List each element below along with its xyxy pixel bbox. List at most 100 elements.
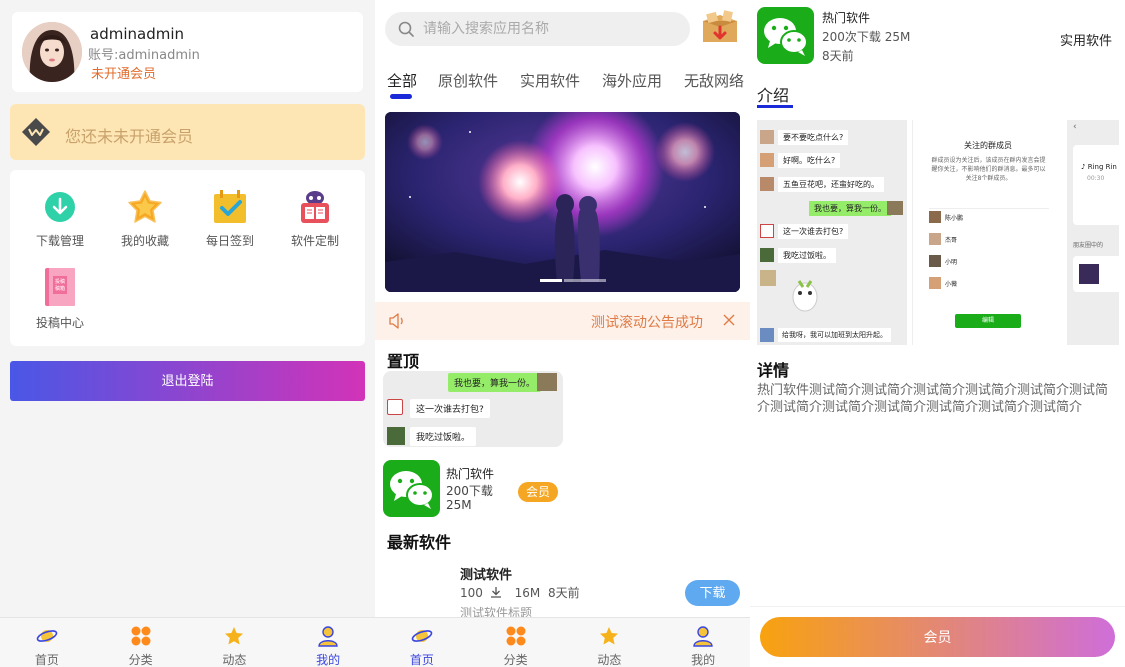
avatar	[760, 270, 776, 286]
member-list: 陈小鹏 杰哥 小明 小薇	[929, 206, 1049, 294]
avatar	[760, 248, 774, 262]
chat-bubble: 我也要，算我一份。	[448, 373, 542, 392]
grid-icon	[506, 626, 526, 646]
search-input[interactable]	[423, 12, 678, 46]
pinned-title: 置顶	[387, 352, 420, 371]
pinned-app-name: 热门软件	[446, 467, 495, 481]
search-bar[interactable]	[385, 12, 690, 46]
vip-banner[interactable]: 您还未未开通会员	[10, 104, 365, 160]
tab-home[interactable]: 首页	[0, 618, 94, 667]
menu-label: 投稿中心	[35, 316, 84, 330]
avatar	[760, 130, 774, 144]
tab-mine[interactable]: 我的	[281, 618, 375, 667]
album-cover	[1079, 264, 1099, 284]
chat-bubble: 要不要吃点什么?	[778, 130, 849, 145]
avatar	[929, 211, 941, 223]
tab-intro[interactable]: 介绍	[757, 82, 789, 106]
category-tabs: 全部 原创软件 实用软件 海外应用 无敌网络	[375, 70, 750, 100]
menu-grid: 下载管理 我的收藏 每日签到 软件定制 投稿 稿箱 投稿中心	[10, 170, 365, 346]
logout-button[interactable]: 退出登陆	[10, 361, 365, 401]
download-icon	[45, 192, 75, 222]
menu-daily-checkin[interactable]: 每日签到	[188, 188, 272, 249]
menu-submit-center[interactable]: 投稿 稿箱 投稿中心	[18, 266, 102, 331]
app-category[interactable]: 实用软件	[1060, 30, 1112, 49]
bottom-tab-bar: 首页 分类 动态 我的	[0, 617, 375, 667]
latest-app-meta: 100 16M 8天前	[460, 584, 580, 601]
tab-home[interactable]: 首页	[375, 618, 469, 667]
profile-card[interactable]: adminadmin 账号:adminadmin 未开通会员	[12, 12, 363, 92]
screenshot[interactable]: 关注的群成员 群成员设为关注后，该成员在群内发言会提醒你关注，不影响他们的群消息…	[912, 120, 1062, 345]
tab-feed[interactable]: 动态	[188, 618, 282, 667]
tab-overseas[interactable]: 海外应用	[602, 70, 662, 91]
svg-text:投稿: 投稿	[55, 278, 65, 285]
screenshot[interactable]: ‹ ♪ Ring Rin 00:30 朋友圈中的	[1067, 120, 1119, 345]
fireworks-illustration	[385, 112, 740, 292]
screenshot-gallery[interactable]: 要不要吃点什么? 好啊。吃什么? 五鱼豆花吧，还蛮好吃的。 我也要，算我一份。 …	[757, 120, 1119, 345]
menu-custom-software[interactable]: 软件定制	[273, 188, 357, 249]
notice-bar[interactable]: 测试滚动公告成功	[375, 302, 750, 340]
latest-app-downloads: 100	[460, 586, 483, 600]
tab-mine[interactable]: 我的	[656, 618, 750, 667]
chat-bubble: 五鱼豆花吧，还蛮好吃的。	[778, 177, 884, 192]
menu-download-manager[interactable]: 下载管理	[18, 188, 102, 249]
avatar	[387, 427, 405, 445]
avatar	[929, 233, 941, 245]
vip-button[interactable]: 会员	[760, 617, 1115, 657]
avatar[interactable]	[22, 22, 82, 82]
member-name: 小薇	[945, 280, 958, 288]
close-icon[interactable]	[722, 313, 736, 327]
app-name: 热门软件	[822, 11, 871, 25]
member-name: 陈小鹏	[945, 214, 964, 222]
user-icon	[318, 626, 338, 647]
menu-label: 下载管理	[35, 234, 84, 248]
chat-bubble: 这一次谁去打包?	[778, 224, 849, 239]
tab-label: 分类	[128, 653, 153, 667]
member-row: 陈小鹏	[929, 206, 1049, 228]
chat-bubble: 我吃过饭啦。	[410, 427, 477, 446]
tab-original[interactable]: 原创软件	[438, 70, 498, 91]
download-arrow-icon	[490, 587, 501, 598]
song-time: 00:30	[1087, 175, 1105, 182]
search-icon	[398, 21, 414, 37]
latest-app-time: 8天前	[548, 586, 580, 600]
wechat-app-icon[interactable]	[383, 460, 440, 517]
package-download-icon[interactable]	[701, 9, 739, 45]
tab-label: 首页	[409, 653, 434, 667]
screenshot[interactable]: 要不要吃点什么? 好啊。吃什么? 五鱼豆花吧，还蛮好吃的。 我也要，算我一份。 …	[757, 120, 907, 345]
download-button[interactable]: 下载	[685, 580, 740, 606]
tab-feed[interactable]: 动态	[563, 618, 657, 667]
latest-app-name: 测试软件	[460, 568, 513, 583]
vip-badge: 会员	[518, 482, 558, 502]
pinned-app-downloads: 200下载	[446, 484, 493, 498]
tab-label: 动态	[597, 653, 622, 667]
vip-banner-text: 您还未未开通会员	[65, 127, 194, 146]
tab-network[interactable]: 无敌网络	[684, 70, 744, 91]
avatar	[760, 224, 774, 238]
user-icon	[693, 626, 713, 647]
screenshot-desc: 群成员设为关注后，该成员在群内发言会提醒你关注，不影响他们的群消息。最多可以关注…	[931, 157, 1046, 182]
wechat-app-icon	[757, 7, 814, 64]
pinned-screenshot[interactable]: 我也要，算我一份。 这一次谁去打包? 我吃过饭啦。	[383, 371, 563, 447]
robot-book-icon	[301, 191, 329, 223]
member-row: 小薇	[929, 272, 1049, 294]
detail-screen: 热门软件 200次下载 25M 8天前 实用软件 介绍 要不要吃点什么? 好啊。…	[750, 0, 1125, 667]
detail-footer: 会员	[750, 606, 1125, 667]
avatar	[929, 277, 941, 289]
menu-label: 每日签到	[205, 234, 254, 248]
star-icon	[225, 627, 244, 645]
calendar-check-icon	[214, 190, 246, 223]
username: adminadmin	[90, 25, 184, 43]
star-icon	[600, 627, 619, 645]
menu-favorites[interactable]: 我的收藏	[103, 188, 187, 249]
speaker-icon	[389, 313, 403, 329]
planet-icon	[411, 630, 433, 642]
tab-label: 首页	[34, 653, 59, 667]
tab-all[interactable]: 全部	[387, 70, 417, 91]
hero-banner[interactable]	[385, 112, 740, 292]
tab-category[interactable]: 分类	[469, 618, 563, 667]
star-icon	[128, 190, 162, 223]
tab-category[interactable]: 分类	[94, 618, 188, 667]
menu-label: 软件定制	[290, 234, 339, 248]
tab-utilities[interactable]: 实用软件	[520, 70, 580, 91]
details-title: 详情	[757, 361, 790, 380]
